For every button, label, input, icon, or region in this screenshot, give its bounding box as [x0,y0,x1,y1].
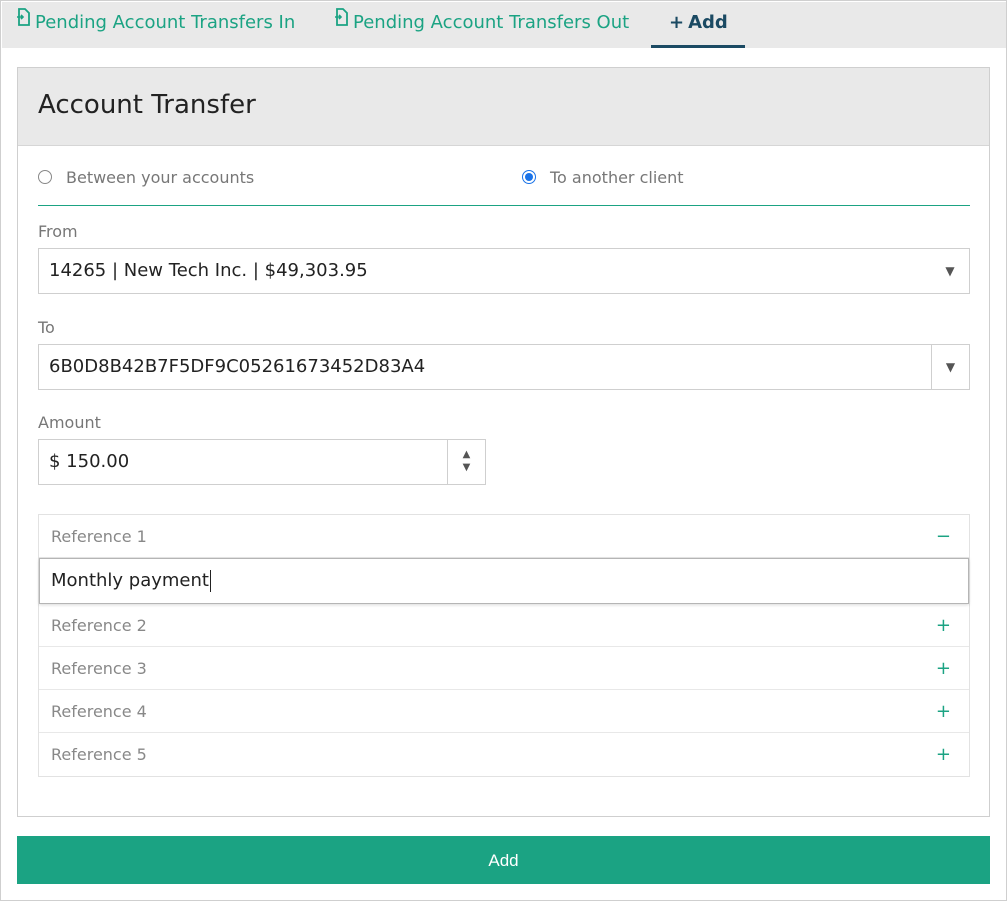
references-accordion: Reference 1 − Monthly payment Reference … [38,514,970,777]
expand-icon[interactable]: + [936,733,951,776]
reference-3-header[interactable]: Reference 3 + [39,647,969,690]
spin-up-icon[interactable]: ▲ [463,449,471,460]
to-value: 6B0D8B42B7F5DF9C05261673452D83A4 [49,356,426,377]
tab-label: Pending Account Transfers In [35,12,296,33]
reference-1-value: Monthly payment [51,570,209,591]
reference-2-header[interactable]: Reference 2 + [39,604,969,647]
reference-label: Reference 5 [51,745,147,764]
expand-icon[interactable]: + [936,604,951,647]
radio-another-client[interactable]: To another client [522,168,684,187]
from-value: 14265 | New Tech Inc. | $49,303.95 [49,260,368,281]
add-button[interactable]: Add [17,836,990,884]
tab-label: Add [688,12,728,33]
from-select[interactable]: 14265 | New Tech Inc. | $49,303.95 ▼ [38,248,970,294]
caret-down-icon: ▼ [931,345,969,389]
tab-pending-transfers-out[interactable]: Pending Account Transfers Out [334,2,629,48]
from-label: From [38,222,78,241]
radio-unchecked-icon [38,169,52,184]
to-select[interactable]: 6B0D8B42B7F5DF9C05261673452D83A4 ▼ [38,344,970,390]
reference-4-header[interactable]: Reference 4 + [39,690,969,733]
radio-between-accounts[interactable]: Between your accounts [38,168,254,187]
amount-value: $ 150.00 [49,451,130,472]
text-cursor [209,570,211,592]
tab-add[interactable]: + Add [651,2,745,48]
reference-1-input[interactable]: Monthly payment [39,558,969,604]
reference-label: Reference 1 [51,527,147,546]
transfer-type-group: Between your accounts To another client [38,168,970,206]
tab-label: Pending Account Transfers Out [353,12,630,33]
plus-icon: + [669,12,685,33]
reference-1-header[interactable]: Reference 1 − [39,515,969,558]
tab-bar: Pending Account Transfers In Pending Acc… [2,2,1006,48]
reference-5-header[interactable]: Reference 5 + [39,733,969,776]
radio-checked-icon [522,169,536,184]
radio-label: Between your accounts [66,168,255,187]
tab-pending-transfers-in[interactable]: Pending Account Transfers In [16,2,295,48]
expand-icon[interactable]: + [936,690,951,733]
collapse-icon[interactable]: − [936,515,951,558]
app-frame: Pending Account Transfers In Pending Acc… [0,0,1007,901]
panel-header: Account Transfer [18,68,989,146]
radio-label: To another client [550,168,684,187]
number-spinner[interactable]: ▲ ▼ [447,440,485,484]
account-transfer-panel: Account Transfer Between your accounts T… [17,67,990,817]
reference-label: Reference 2 [51,616,147,635]
spin-down-icon[interactable]: ▼ [463,462,471,473]
reference-label: Reference 4 [51,702,147,721]
panel-title: Account Transfer [38,90,256,120]
to-label: To [38,318,55,337]
document-arrow-icon [334,0,348,42]
expand-icon[interactable]: + [936,647,951,690]
document-arrow-icon [16,0,30,42]
reference-label: Reference 3 [51,659,147,678]
amount-label: Amount [38,413,101,432]
amount-input[interactable]: $ 150.00 ▲ ▼ [38,439,486,485]
caret-down-icon: ▼ [945,264,955,278]
